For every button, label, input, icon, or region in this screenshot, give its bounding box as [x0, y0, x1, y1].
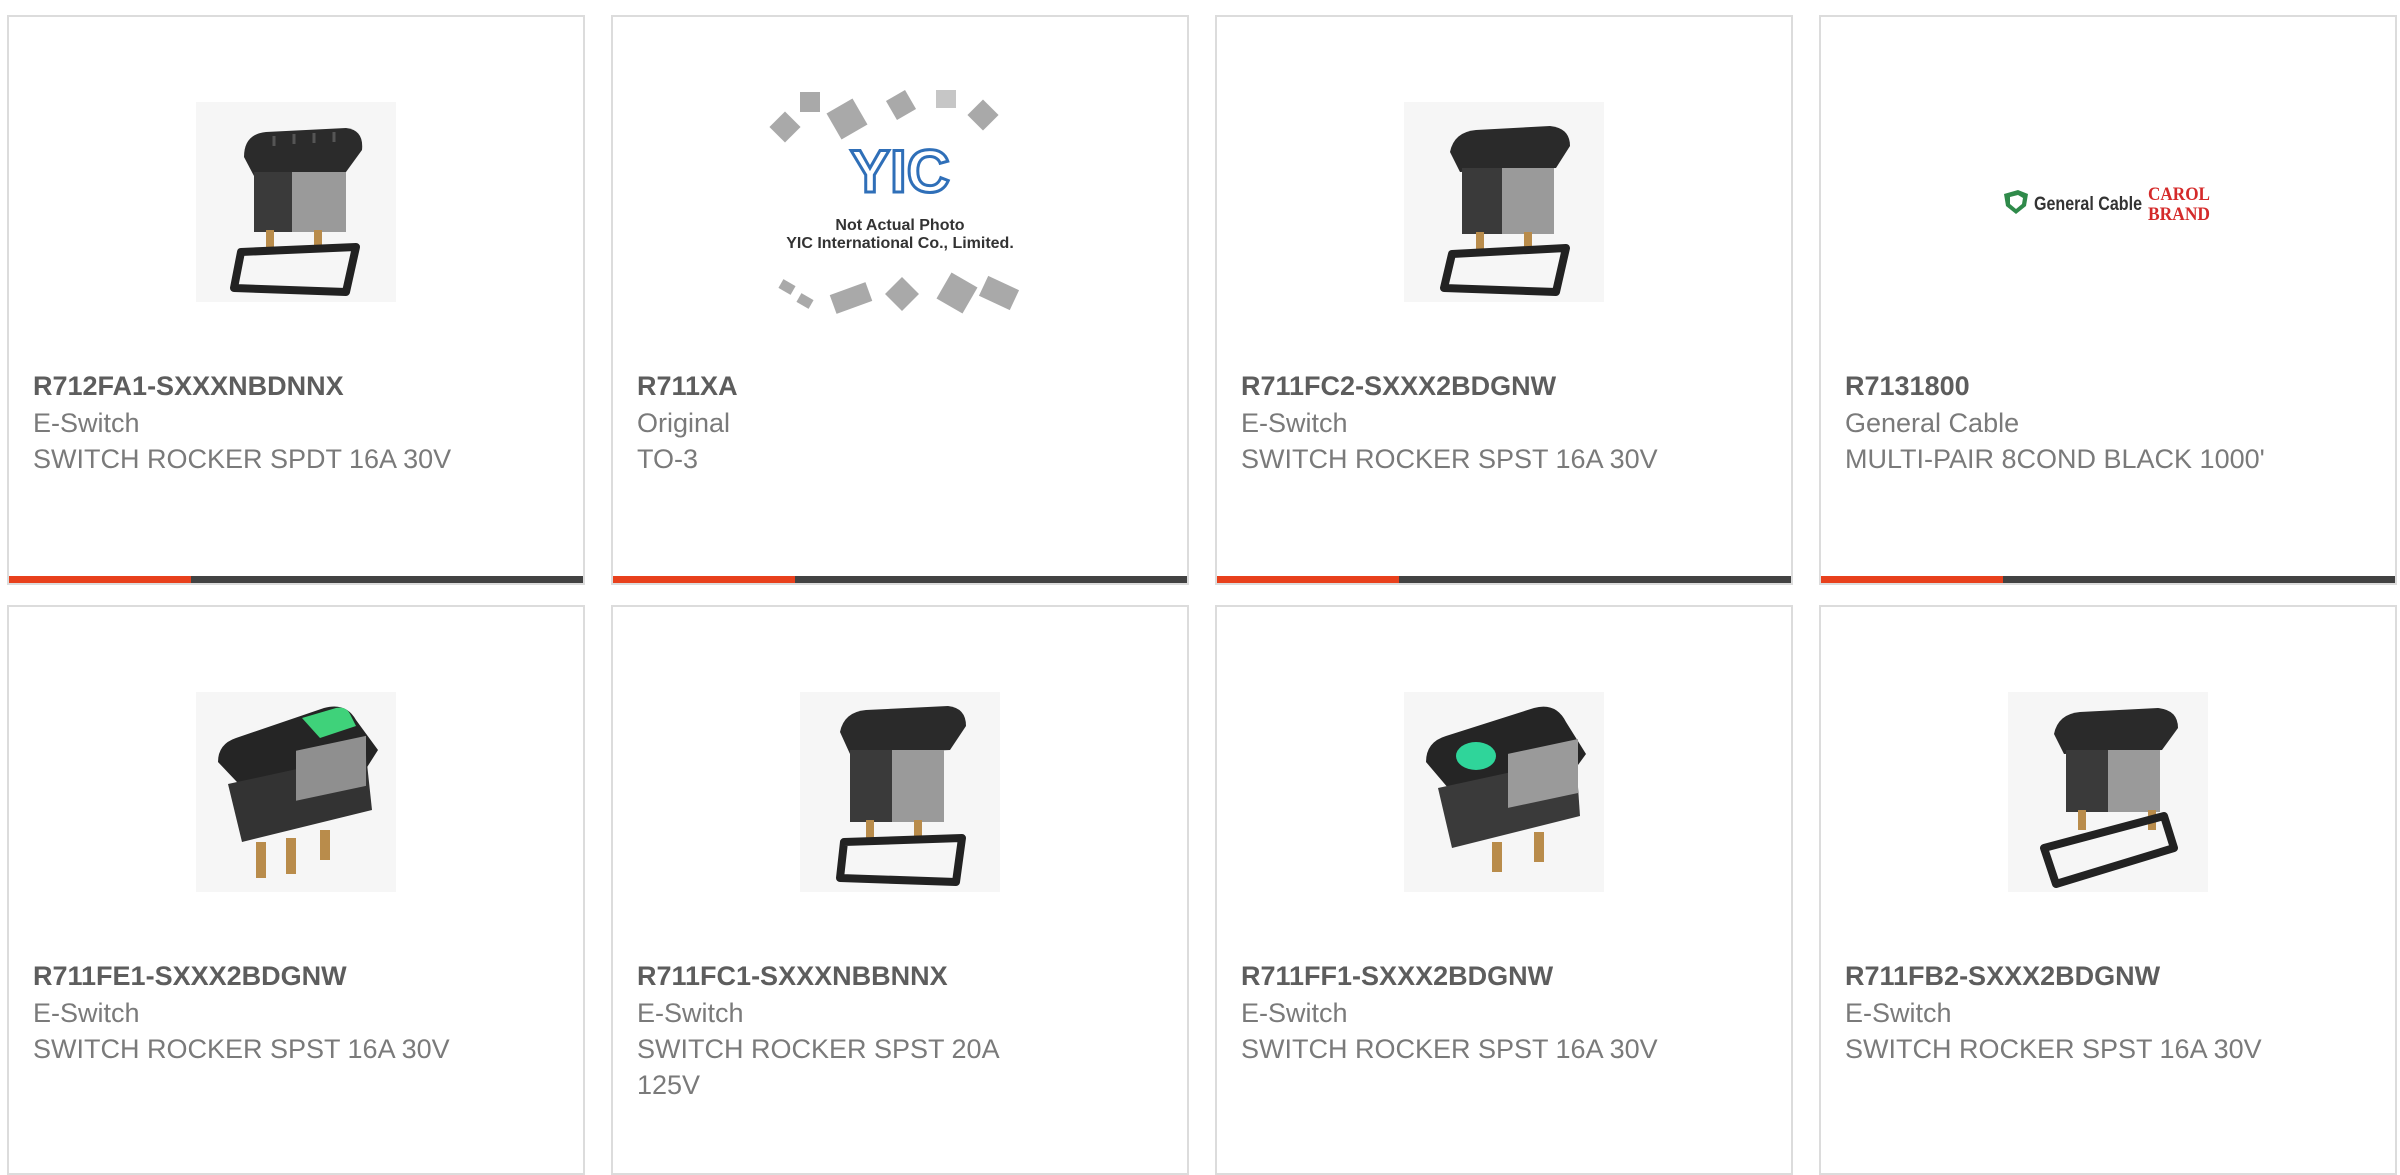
- card-footer-bar: [1217, 576, 1791, 583]
- part-number[interactable]: R711FC1-SXXXNBBNNX: [637, 957, 1167, 995]
- svg-text:Not Actual Photo: Not Actual Photo: [835, 217, 964, 234]
- manufacturer: General Cable: [1845, 408, 2020, 438]
- description: SWITCH ROCKER SPST 16A 30V: [33, 1034, 450, 1064]
- illuminated-rocker-switch-icon: [1404, 692, 1604, 892]
- product-card[interactable]: R711FB2-SXXX2BDGNW E-Switch SWITCH ROCKE…: [1819, 605, 2397, 1175]
- description: SWITCH ROCKER SPDT 16A 30V: [33, 444, 452, 474]
- illuminated-rocker-switch-icon: [196, 692, 396, 892]
- part-number[interactable]: R711FC2-SXXX2BDGNW: [1241, 367, 1771, 405]
- description: TO-3: [637, 444, 699, 474]
- part-number[interactable]: R711FF1-SXXX2BDGNW: [1241, 957, 1771, 995]
- manufacturer: E-Switch: [637, 998, 744, 1028]
- product-image[interactable]: General Cable CAROL BRAND: [1821, 87, 2395, 317]
- product-card[interactable]: General Cable CAROL BRAND R7131800 Gener…: [1819, 15, 2397, 585]
- svg-text:YIC: YIC: [850, 138, 950, 205]
- card-footer-bar: [9, 576, 583, 583]
- svg-text:General Cable: General Cable: [2034, 194, 2142, 215]
- accent-bar: [613, 576, 795, 583]
- placeholder-photo-icon: YIC Not Actual Photo YIC International C…: [769, 89, 1020, 314]
- product-card[interactable]: R712FA1-SXXXNBDNNX E-Switch SWITCH ROCKE…: [7, 15, 585, 585]
- part-number[interactable]: R711FB2-SXXX2BDGNW: [1845, 957, 2375, 995]
- svg-text:BRAND: BRAND: [2148, 204, 2210, 225]
- product-image[interactable]: YIC Not Actual Photo YIC International C…: [613, 87, 1187, 317]
- part-number[interactable]: R712FA1-SXXXNBDNNX: [33, 367, 563, 405]
- manufacturer: E-Switch: [33, 998, 140, 1028]
- description: SWITCH ROCKER SPST 16A 30V: [1845, 1034, 2262, 1064]
- manufacturer: Original: [637, 408, 731, 438]
- product-card[interactable]: R711FE1-SXXX2BDGNW E-Switch SWITCH ROCKE…: [7, 605, 585, 1175]
- description: SWITCH ROCKER SPST 20A 125V: [637, 1034, 999, 1100]
- accent-bar: [1821, 576, 2003, 583]
- product-image[interactable]: [1821, 677, 2395, 907]
- manufacturer: E-Switch: [1845, 998, 1952, 1028]
- product-image[interactable]: [9, 87, 583, 317]
- part-number[interactable]: R711XA: [637, 367, 1167, 405]
- accent-bar: [1217, 576, 1399, 583]
- manufacturer: E-Switch: [33, 408, 140, 438]
- general-cable-logo: General Cable CAROL BRAND: [2004, 184, 2210, 225]
- product-image[interactable]: [1217, 87, 1791, 317]
- part-number[interactable]: R7131800: [1845, 367, 2375, 405]
- description: MULTI-PAIR 8COND BLACK 1000': [1845, 444, 2265, 474]
- description: SWITCH ROCKER SPST 16A 30V: [1241, 444, 1658, 474]
- accent-bar: [9, 576, 191, 583]
- product-image[interactable]: [1217, 677, 1791, 907]
- product-card[interactable]: YIC Not Actual Photo YIC International C…: [611, 15, 1189, 585]
- product-card[interactable]: R711FC2-SXXX2BDGNW E-Switch SWITCH ROCKE…: [1215, 15, 1793, 585]
- description: SWITCH ROCKER SPST 16A 30V: [1241, 1034, 1658, 1064]
- manufacturer: E-Switch: [1241, 408, 1348, 438]
- product-card[interactable]: R711FF1-SXXX2BDGNW E-Switch SWITCH ROCKE…: [1215, 605, 1793, 1175]
- svg-text:YIC International Co., Limited: YIC International Co., Limited.: [786, 235, 1014, 252]
- rocker-switch-icon: [196, 102, 396, 302]
- product-image[interactable]: [9, 677, 583, 907]
- rocker-switch-icon: [800, 692, 1000, 892]
- svg-text:CAROL: CAROL: [2148, 184, 2210, 205]
- product-grid: R712FA1-SXXXNBDNNX E-Switch SWITCH ROCKE…: [0, 0, 2400, 1175]
- part-number[interactable]: R711FE1-SXXX2BDGNW: [33, 957, 563, 995]
- card-footer-bar: [613, 576, 1187, 583]
- manufacturer: E-Switch: [1241, 998, 1348, 1028]
- product-card[interactable]: R711FC1-SXXXNBBNNX E-Switch SWITCH ROCKE…: [611, 605, 1189, 1175]
- product-image[interactable]: [613, 677, 1187, 907]
- rocker-switch-icon: [1404, 102, 1604, 302]
- card-footer-bar: [1821, 576, 2395, 583]
- rocker-switch-icon: [2008, 692, 2208, 892]
